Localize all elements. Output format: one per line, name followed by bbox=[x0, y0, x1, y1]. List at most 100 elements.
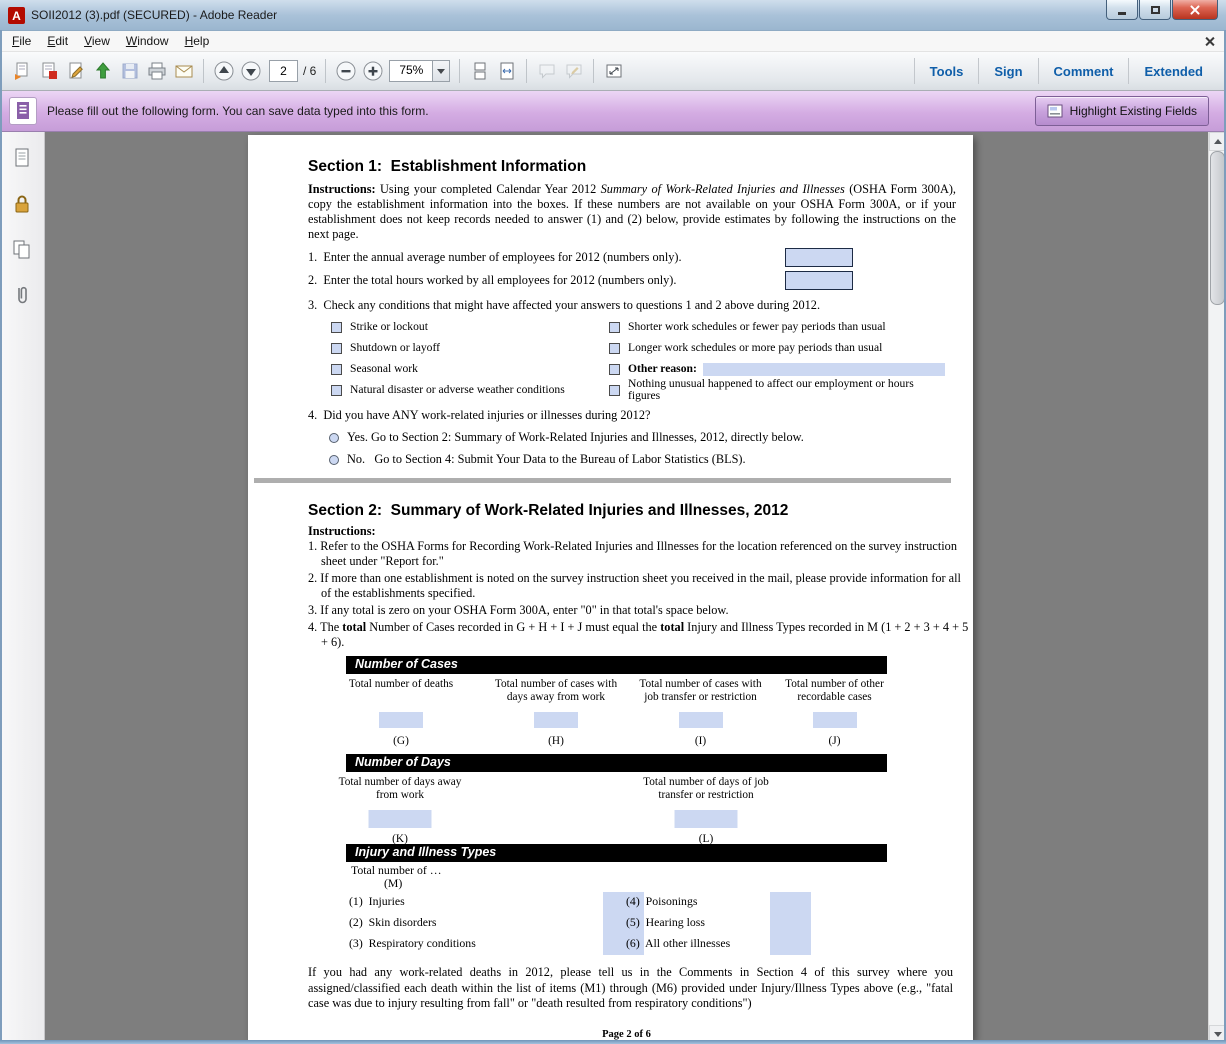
fullscreen-button[interactable] bbox=[600, 58, 627, 85]
scrollbar-thumb[interactable] bbox=[1210, 151, 1225, 305]
attachments-pages-icon[interactable] bbox=[9, 237, 35, 263]
maximize-button[interactable] bbox=[1139, 0, 1171, 20]
section-divider bbox=[254, 478, 951, 483]
close-button[interactable] bbox=[1172, 0, 1218, 20]
zoom-dropdown-button[interactable] bbox=[432, 61, 449, 81]
comment-bubble-button[interactable] bbox=[533, 58, 560, 85]
markup-pen-button[interactable] bbox=[560, 58, 587, 85]
other-recordable-cases-field[interactable] bbox=[813, 712, 857, 728]
other-reason-field[interactable] bbox=[703, 363, 945, 376]
employees-count-field[interactable] bbox=[785, 248, 853, 267]
question-4-row: 4. Did you have ANY work-related injurie… bbox=[308, 408, 956, 423]
job-transfer-cases-field[interactable] bbox=[679, 712, 723, 728]
save-button[interactable] bbox=[116, 58, 143, 85]
checkbox-shorter-schedules[interactable] bbox=[609, 322, 620, 333]
titlebar[interactable]: A SOII2012 (3).pdf (SECURED) - Adobe Rea… bbox=[0, 0, 1226, 31]
condition-row: Shutdown or layoff bbox=[331, 342, 609, 354]
adobe-reader-window: A SOII2012 (3).pdf (SECURED) - Adobe Rea… bbox=[0, 0, 1226, 1044]
days-away-total-field[interactable] bbox=[369, 810, 432, 828]
email-button[interactable] bbox=[170, 58, 197, 85]
previous-page-button[interactable] bbox=[210, 58, 237, 85]
form-message-bar: Please fill out the following form. You … bbox=[0, 91, 1226, 132]
document-close-icon[interactable] bbox=[1205, 37, 1214, 46]
checkbox-strike-or-lockout[interactable] bbox=[331, 322, 342, 333]
question-2-row: 2. Enter the total hours worked by all e… bbox=[308, 271, 853, 290]
number-of-cases-header: Number of Cases bbox=[346, 656, 887, 674]
page-number-input[interactable]: 2 bbox=[269, 60, 298, 82]
all-other-illnesses-count-field[interactable] bbox=[770, 934, 811, 955]
security-lock-icon[interactable] bbox=[9, 191, 35, 217]
question-1-row: 1. Enter the annual average number of em… bbox=[308, 248, 853, 267]
condition-row: Nothing unusual happened to affect our e… bbox=[609, 384, 945, 396]
cases-column-letter: (H) bbox=[491, 735, 621, 748]
instruction-text: 4. The bbox=[308, 620, 342, 634]
cases-column-letter: (J) bbox=[772, 735, 897, 748]
checkbox-natural-disaster[interactable] bbox=[331, 385, 342, 396]
poisonings-count-field[interactable] bbox=[770, 892, 811, 913]
sign-panel-button[interactable]: Sign bbox=[979, 64, 1037, 79]
types-total-letter: (M) bbox=[384, 877, 402, 890]
pdf-create-button[interactable] bbox=[35, 58, 62, 85]
scroll-up-button[interactable] bbox=[1209, 132, 1226, 151]
instruction-bold-text: total bbox=[342, 620, 366, 634]
paperclip-icon[interactable] bbox=[9, 283, 35, 309]
page-thumbnails-icon[interactable] bbox=[9, 145, 35, 171]
toolbar-separator bbox=[459, 59, 460, 83]
checkbox-other-reason[interactable] bbox=[609, 364, 620, 375]
condition-row: Natural disaster or adverse weather cond… bbox=[331, 384, 609, 396]
tools-panel-button[interactable]: Tools bbox=[915, 64, 979, 79]
number-of-days-header: Number of Days bbox=[346, 754, 887, 772]
radio-yes[interactable] bbox=[329, 433, 339, 443]
checkbox-nothing-unusual[interactable] bbox=[609, 385, 620, 396]
checkbox-seasonal-work[interactable] bbox=[331, 364, 342, 375]
total-hours-field[interactable] bbox=[785, 271, 853, 290]
print-button[interactable] bbox=[143, 58, 170, 85]
question-4-label: 4. Did you have ANY work-related injurie… bbox=[308, 408, 650, 423]
condition-label: Longer work schedules or more pay period… bbox=[628, 342, 882, 354]
minimize-button[interactable] bbox=[1106, 0, 1138, 20]
condition-row: Seasonal work bbox=[331, 363, 609, 375]
sign-pen-button[interactable] bbox=[62, 58, 89, 85]
radio-no[interactable] bbox=[329, 455, 339, 465]
cases-column: Total number of cases with days away fro… bbox=[491, 678, 621, 704]
condition-label: Shorter work schedules or fewer pay peri… bbox=[628, 321, 886, 333]
open-button[interactable] bbox=[8, 58, 35, 85]
menu-view[interactable]: View bbox=[76, 33, 118, 49]
type-item-label: (1) Injuries bbox=[349, 895, 405, 908]
zoom-in-button[interactable] bbox=[359, 58, 386, 85]
checkbox-shutdown-or-layoff[interactable] bbox=[331, 343, 342, 354]
hearing-loss-count-field[interactable] bbox=[770, 913, 811, 934]
question-3-label: 3. Check any conditions that might have … bbox=[308, 298, 820, 313]
menu-window[interactable]: Window bbox=[118, 33, 177, 49]
comment-panel-button[interactable]: Comment bbox=[1039, 64, 1129, 79]
share-upload-button[interactable] bbox=[89, 58, 116, 85]
extended-panel-button[interactable]: Extended bbox=[1129, 64, 1218, 79]
document-area[interactable]: Section 1: Establishment Information Ins… bbox=[45, 132, 1208, 1044]
instruction-item-1: 1. Refer to the OSHA Forms for Recording… bbox=[308, 539, 971, 569]
zoom-control[interactable]: 75% bbox=[389, 60, 450, 82]
days-away-cases-field[interactable] bbox=[534, 712, 578, 728]
type-item-label: (3) Respiratory conditions bbox=[349, 937, 476, 950]
scroll-down-button[interactable] bbox=[1209, 1025, 1226, 1044]
chevron-down-icon bbox=[437, 69, 445, 74]
type-item-label: (5) Hearing loss bbox=[626, 916, 705, 929]
highlight-existing-fields-button[interactable]: Highlight Existing Fields bbox=[1035, 96, 1209, 126]
page-fit-button[interactable] bbox=[493, 58, 520, 85]
instruction-text: Number of Cases recorded in G + H + I + … bbox=[366, 620, 660, 634]
next-page-button[interactable] bbox=[237, 58, 264, 85]
instruction-item-3: 3. If any total is zero on your OSHA For… bbox=[308, 603, 971, 618]
menu-edit[interactable]: Edit bbox=[39, 33, 76, 49]
checkbox-longer-schedules[interactable] bbox=[609, 343, 620, 354]
menu-file[interactable]: File bbox=[4, 33, 39, 49]
zoom-out-button[interactable] bbox=[332, 58, 359, 85]
menu-help[interactable]: Help bbox=[177, 33, 218, 49]
scroll-mode-button[interactable] bbox=[466, 58, 493, 85]
question-3-row: 3. Check any conditions that might have … bbox=[308, 298, 956, 313]
deaths-count-field[interactable] bbox=[379, 712, 423, 728]
job-transfer-days-field[interactable] bbox=[675, 810, 738, 828]
section2-heading: Section 2: Summary of Work-Related Injur… bbox=[308, 501, 945, 520]
vertical-scrollbar[interactable] bbox=[1208, 132, 1226, 1044]
condition-label: Shutdown or layoff bbox=[350, 342, 440, 354]
navigation-panel bbox=[0, 132, 45, 1044]
question-1-label: 1. Enter the annual average number of em… bbox=[308, 250, 682, 265]
